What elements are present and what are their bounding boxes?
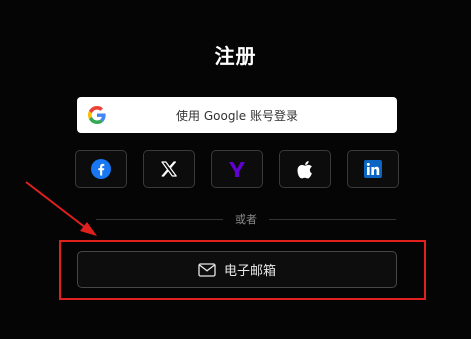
email-signup-label: 电子邮箱 <box>223 264 276 279</box>
yahoo-login-button[interactable] <box>211 150 263 188</box>
divider-line-left <box>96 218 223 220</box>
page-title: 注册 <box>214 44 257 68</box>
apple-icon <box>297 160 312 178</box>
email-signup-button[interactable]: 电子邮箱 <box>77 251 397 288</box>
google-login-label: 使用 Google 账号登录 <box>176 108 298 123</box>
google-icon <box>88 106 106 124</box>
google-login-button[interactable]: 使用 Google 账号登录 <box>77 97 397 133</box>
apple-login-button[interactable] <box>279 150 331 188</box>
divider-line-right <box>269 218 396 220</box>
social-login-row <box>75 150 399 188</box>
linkedin-icon <box>364 160 382 178</box>
x-login-button[interactable] <box>143 150 195 188</box>
x-icon <box>161 161 177 177</box>
yahoo-icon <box>229 162 245 177</box>
divider-text: 或者 <box>235 213 257 226</box>
linkedin-login-button[interactable] <box>347 150 399 188</box>
facebook-login-button[interactable] <box>75 150 127 188</box>
or-divider: 或者 <box>96 211 396 227</box>
mail-icon <box>198 262 216 277</box>
facebook-icon <box>91 159 111 179</box>
